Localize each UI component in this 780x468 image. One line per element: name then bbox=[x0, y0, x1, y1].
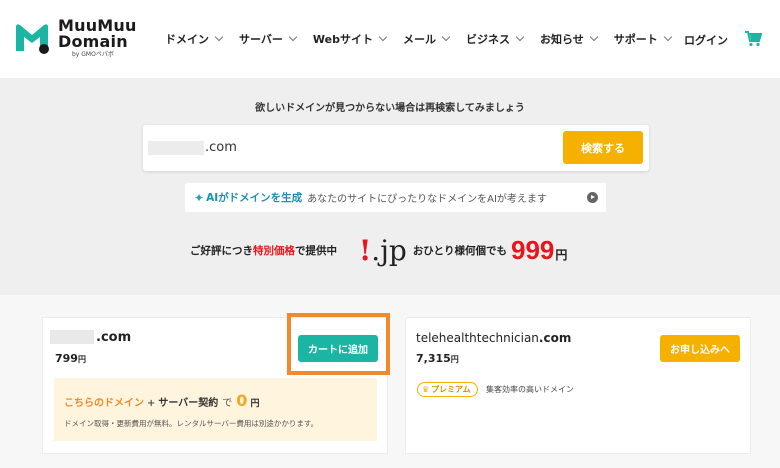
main-nav: ドメイン サーバー Webサイト メール ビジネス お知らせ サポート bbox=[165, 31, 688, 47]
promo-highlight: 特別価格 bbox=[253, 244, 295, 257]
chevron-down-icon bbox=[214, 32, 224, 42]
premium-badge: ♛ プレミアム bbox=[417, 382, 478, 397]
bundle-zero: 0 bbox=[236, 391, 248, 410]
nav-server[interactable]: サーバー bbox=[239, 31, 298, 47]
result-tld: .com bbox=[96, 330, 132, 345]
bundle-de: で bbox=[222, 398, 233, 409]
promo-sub: おひとり様何個でも bbox=[412, 244, 507, 257]
jp-logo: !.jp bbox=[359, 234, 407, 267]
chevron-down-icon bbox=[288, 32, 298, 42]
search-caption: 欲しいドメインが見つからない場合は再検索してみましょう bbox=[255, 103, 525, 114]
nav-website[interactable]: Webサイト bbox=[312, 31, 388, 47]
nav-domain[interactable]: ドメイン bbox=[165, 31, 224, 47]
server-bundle-offer: こちらのドメイン + サーバー契約 で 0 円 ドメイン取得・更新費用が無料。レ… bbox=[54, 378, 377, 441]
crown-icon: ♛ bbox=[422, 385, 430, 394]
nav-business[interactable]: ビジネス bbox=[465, 31, 525, 47]
jp-promo: ご好評につき特別価格で提供中 !.jp おひとり様何個でも 999 円 bbox=[190, 230, 567, 270]
bundle-note: ドメイン取得・更新費用が無料。レンタルサーバー費用は別途かかります。 bbox=[64, 419, 319, 428]
premium-badge-label: プレミアム bbox=[431, 385, 471, 394]
bundle-part1: こちらのドメイン bbox=[64, 398, 144, 409]
jp-logo-text: .jp bbox=[371, 233, 407, 267]
sparkle-icon: ✦ bbox=[194, 190, 205, 205]
ai-domain-banner[interactable]: ✦ AIがドメインを生成 あなたのサイトにぴったりなドメインをAIが考えます bbox=[185, 183, 606, 212]
promo-yen: 円 bbox=[555, 247, 568, 262]
nav-news-label: お知らせ bbox=[539, 33, 584, 46]
chevron-down-icon bbox=[378, 32, 388, 42]
premium-domain-label: telehealthtechnician bbox=[416, 331, 539, 345]
ai-banner-title: AIがドメインを生成 bbox=[206, 192, 303, 204]
apply-button[interactable]: お申し込みへ bbox=[660, 335, 740, 362]
logo-line-2: Domain bbox=[58, 32, 128, 51]
nav-news[interactable]: お知らせ bbox=[539, 31, 598, 47]
add-to-cart-button[interactable]: カートに追加 bbox=[298, 335, 378, 362]
promo-price: 999 bbox=[511, 234, 555, 265]
search-button[interactable]: 検索する bbox=[563, 131, 643, 164]
premium-description: 集客効率の高いドメイン bbox=[486, 385, 574, 394]
bundle-headline: こちらのドメイン + サーバー契約 で 0 円 bbox=[64, 391, 259, 410]
chevron-down-icon bbox=[441, 32, 451, 42]
redacted-domain bbox=[148, 141, 204, 155]
chevron-down-icon bbox=[515, 32, 525, 42]
muumuu-logo[interactable]: MuuMuu Domain by GMOペパボ bbox=[14, 18, 137, 58]
promo-suffix: で提供中 bbox=[295, 244, 337, 257]
premium-domain-name: telehealthtechnician.com bbox=[416, 331, 571, 345]
nav-business-label: ビジネス bbox=[465, 33, 510, 46]
cart-icon[interactable] bbox=[745, 31, 763, 47]
nav-mail[interactable]: メール bbox=[402, 31, 451, 47]
premium-domain-tld: .com bbox=[538, 331, 572, 345]
result-price-yen: 円 bbox=[77, 355, 86, 364]
nav-server-label: サーバー bbox=[239, 33, 283, 46]
nav-mail-label: メール bbox=[402, 33, 436, 46]
site-header: MuuMuu Domain by GMOペパボ ドメイン サーバー Webサイト… bbox=[0, 0, 780, 78]
nav-website-label: Webサイト bbox=[312, 33, 373, 46]
premium-price-value: 7,315 bbox=[416, 352, 451, 365]
jp-logo-bang: ! bbox=[359, 233, 372, 267]
search-value: .com bbox=[205, 140, 237, 155]
logo-mark-icon bbox=[14, 21, 50, 55]
result-price-value: 799 bbox=[55, 352, 78, 365]
search-band: 欲しいドメインが見つからない場合は再検索してみましょう .com 検索する ✦ … bbox=[0, 78, 780, 295]
promo-prefix: ご好評につき bbox=[190, 244, 253, 257]
premium-price-yen: 円 bbox=[450, 355, 459, 364]
logo-by: by GMOペパボ bbox=[72, 51, 114, 58]
result-price: 799円 bbox=[55, 352, 86, 365]
bundle-part2: サーバー契約 bbox=[158, 398, 219, 409]
result-card-primary: .com 799円 カートに追加 こちらのドメイン + サーバー契約 で 0 円… bbox=[42, 313, 390, 454]
login-link[interactable]: ログイン bbox=[684, 32, 728, 48]
promo-text: ご好評につき特別価格で提供中 bbox=[190, 243, 337, 258]
chevron-down-icon bbox=[589, 32, 598, 42]
result-card-premium: telehealthtechnician.com 7,315円 お申し込みへ ♛… bbox=[405, 317, 751, 454]
ai-banner-description: あなたのサイトにぴったりなドメインをAIが考えます bbox=[307, 194, 547, 205]
play-icon bbox=[587, 192, 598, 203]
nav-support-label: サポート bbox=[613, 33, 658, 46]
bundle-yen: 円 bbox=[250, 399, 260, 409]
bundle-plus: + bbox=[147, 398, 156, 409]
nav-support[interactable]: サポート bbox=[613, 31, 672, 47]
search-results: .com 799円 カートに追加 こちらのドメイン + サーバー契約 で 0 円… bbox=[0, 295, 780, 468]
nav-domain-label: ドメイン bbox=[165, 33, 209, 46]
search-input[interactable]: .com 検索する bbox=[143, 125, 649, 171]
redacted-domain bbox=[50, 330, 94, 344]
chevron-down-icon bbox=[663, 32, 672, 42]
premium-price: 7,315円 bbox=[416, 352, 459, 365]
